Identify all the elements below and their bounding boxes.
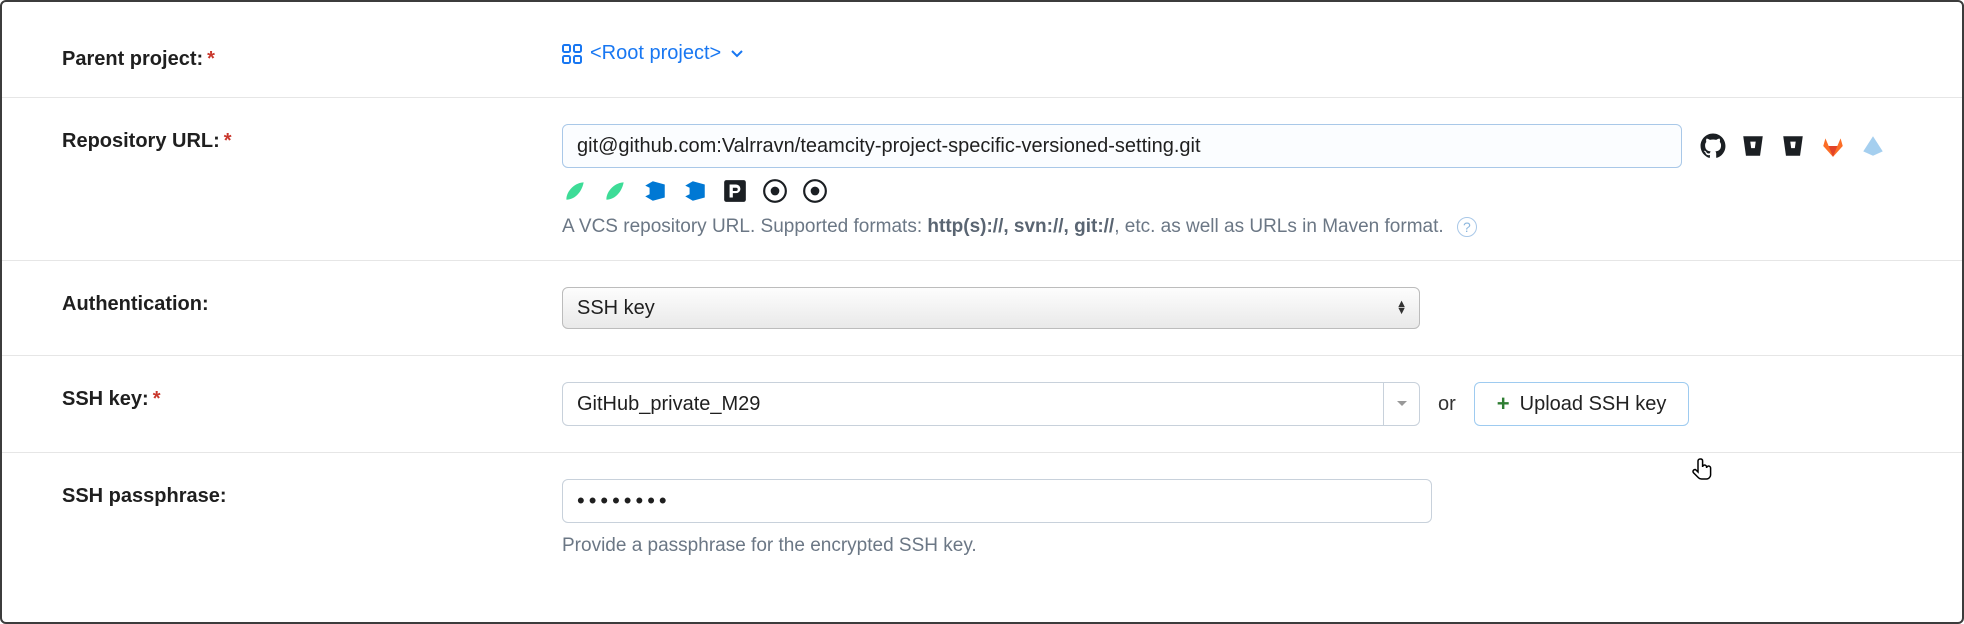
ssh-key-combobox-text: GitHub_private_M29 [563,393,1383,416]
authentication-label: Authentication: [62,287,562,316]
or-text: or [1438,393,1456,416]
ssh-passphrase-input[interactable]: •••••••• [562,479,1432,523]
gitlab-icon[interactable] [1820,133,1846,159]
upload-ssh-key-button-text: Upload SSH key [1520,393,1667,416]
ssh-key-dropdown-button[interactable] [1383,383,1419,425]
help-icon[interactable]: ? [1457,217,1477,237]
github-icon[interactable] [1700,133,1726,159]
ssh-passphrase-masked: •••••••• [577,488,671,514]
ssh-key-combobox[interactable]: GitHub_private_M29 [562,382,1420,426]
authentication-value: SSH key ▲▼ [562,287,1922,329]
helper-formats: http(s)://, svn://, git:// [927,216,1114,237]
github-outline-icon-2[interactable] [802,178,828,204]
required-mark: * [153,388,161,410]
ssh-key-value: GitHub_private_M29 or + Upload SSH key [562,382,1922,426]
space-icon-1[interactable] [562,178,588,204]
authentication-select-text: SSH key [577,297,655,320]
ssh-key-label: SSH key:* [62,382,562,411]
bitbucket-dark-icon[interactable] [1780,133,1806,159]
repository-url-label-text: Repository URL: [62,130,220,152]
helper-prefix: A VCS repository URL. Supported formats: [562,216,927,237]
repository-url-label: Repository URL:* [62,124,562,153]
row-repository-url: Repository URL:* [2,98,1962,261]
row-ssh-key: SSH key:* GitHub_private_M29 or + Upload… [2,356,1962,453]
repository-url-input[interactable] [562,124,1682,168]
ssh-passphrase-label-text: SSH passphrase: [62,485,227,507]
chevron-down-icon [1396,398,1408,410]
azure-icon[interactable] [1860,133,1886,159]
required-mark: * [207,48,215,70]
parent-project-label: Parent project:* [62,42,562,71]
parent-project-value: <Root project> [562,42,1922,65]
azure-devops-icon-1[interactable] [642,178,668,204]
authentication-label-text: Authentication: [62,293,209,315]
parent-project-label-text: Parent project: [62,48,203,70]
ssh-key-label-text: SSH key: [62,388,149,410]
select-arrows-icon: ▲▼ [1396,301,1407,315]
provider-icons-row-2 [562,178,1922,204]
parent-project-link[interactable]: <Root project> [562,42,1922,65]
repository-url-helper: A VCS repository URL. Supported formats:… [562,216,1922,238]
ssh-passphrase-helper: Provide a passphrase for the encrypted S… [562,535,1922,557]
perforce-icon[interactable] [722,178,748,204]
chevron-down-icon [731,48,743,60]
upload-ssh-key-button[interactable]: + Upload SSH key [1474,382,1690,426]
azure-devops-icon-2[interactable] [682,178,708,204]
github-outline-icon-1[interactable] [762,178,788,204]
vcs-root-form: Parent project:* <Root project> Reposito… [0,0,1964,624]
space-icon-2[interactable] [602,178,628,204]
grid-icon [562,44,582,64]
provider-icons-row-1 [1700,133,1886,159]
row-authentication: Authentication: SSH key ▲▼ [2,261,1962,356]
row-parent-project: Parent project:* <Root project> [2,2,1962,98]
required-mark: * [224,130,232,152]
ssh-passphrase-value: •••••••• Provide a passphrase for the en… [562,479,1922,557]
row-ssh-passphrase: SSH passphrase: •••••••• Provide a passp… [2,453,1962,583]
repository-url-value: A VCS repository URL. Supported formats:… [562,124,1922,238]
bitbucket-icon[interactable] [1740,133,1766,159]
authentication-select[interactable]: SSH key ▲▼ [562,287,1420,329]
plus-icon: + [1497,391,1510,417]
ssh-passphrase-label: SSH passphrase: [62,479,562,508]
helper-suffix: , etc. as well as URLs in Maven format. [1114,216,1443,237]
parent-project-link-text: <Root project> [590,42,721,65]
